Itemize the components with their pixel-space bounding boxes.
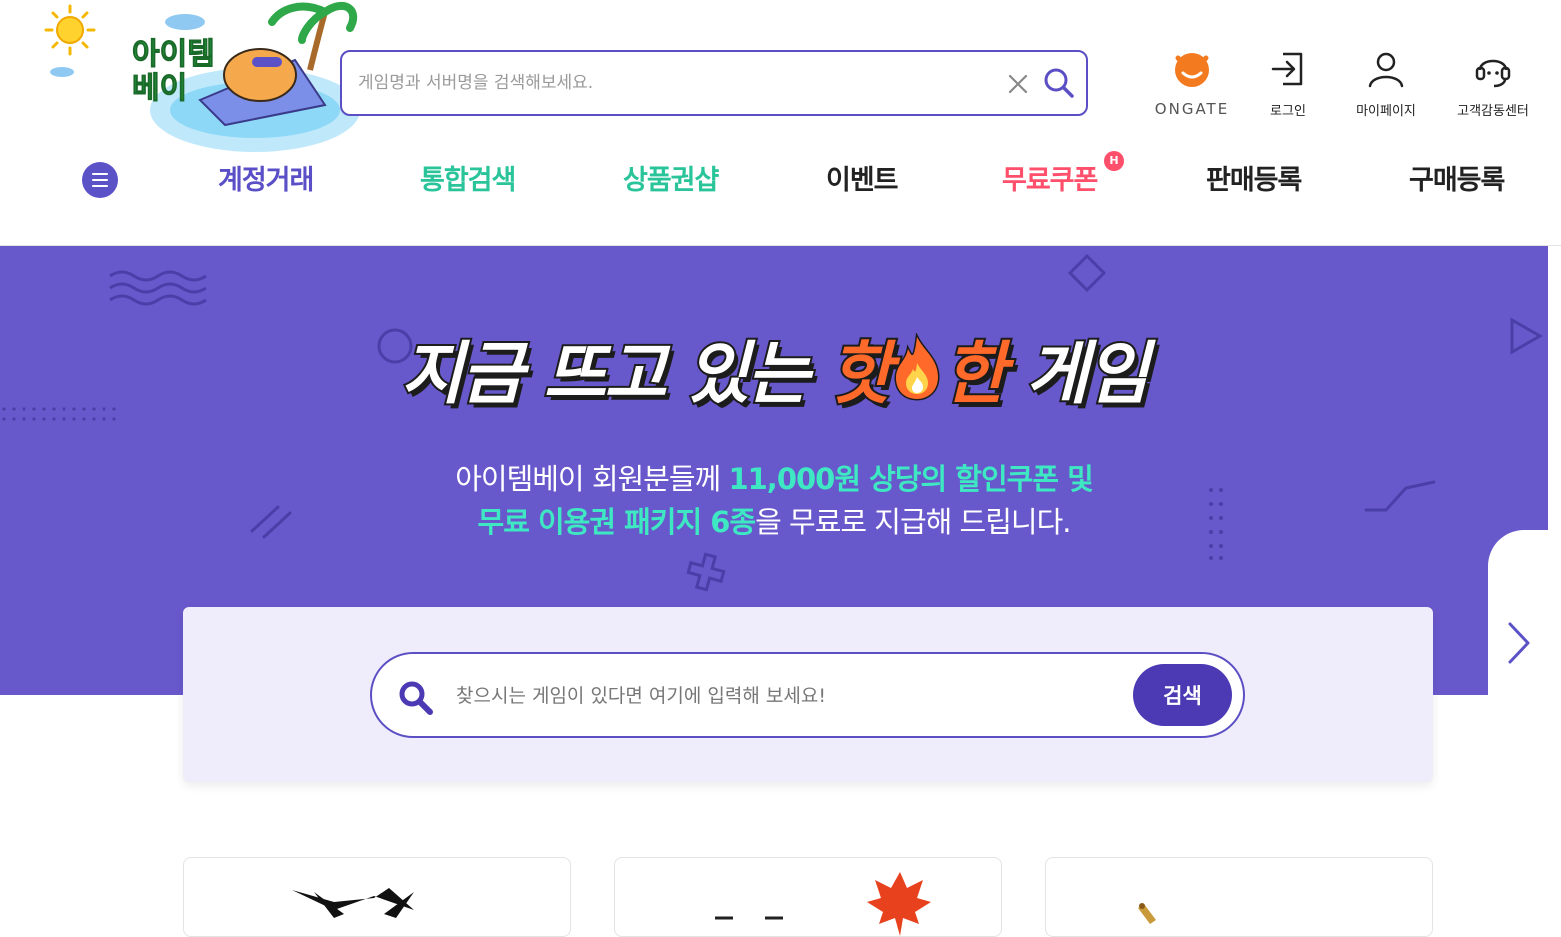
login-label: 로그인 — [1270, 104, 1306, 119]
nav-integrated-search[interactable]: 통합검색 — [420, 158, 516, 197]
diamond-decoration — [1067, 253, 1107, 293]
search-icon[interactable] — [1042, 66, 1076, 100]
hamburger-icon-bar — [92, 179, 108, 181]
mypage-label: 마이페이지 — [1356, 104, 1416, 119]
game-logo-icon — [1138, 903, 1156, 924]
header-search-input[interactable] — [356, 66, 996, 100]
banner-title-part2: 게임 — [1004, 333, 1151, 416]
itembay-logo[interactable]: 아이템 베이 — [40, 0, 360, 160]
clear-icon[interactable] — [1004, 70, 1032, 98]
nav-event[interactable]: 이벤트 — [826, 158, 899, 197]
game-card[interactable] — [1045, 857, 1433, 937]
logo-text-line2: 베이 — [132, 71, 188, 106]
ongate-link[interactable]: ONGATE — [1150, 48, 1234, 118]
login-link[interactable]: 로그인 — [1258, 48, 1318, 119]
flame-icon — [894, 333, 940, 401]
maple-leaf-icon — [715, 872, 931, 936]
search-icon — [396, 678, 436, 718]
hamburger-icon-bar — [92, 185, 108, 187]
hamburger-icon — [92, 173, 108, 175]
nav-account-trade[interactable]: 계정거래 — [218, 158, 314, 197]
cross-decoration — [686, 552, 726, 592]
header-search-box — [340, 50, 1088, 116]
banner-sub-line2-accent: 무료 이용권 패키지 6종 — [477, 505, 757, 539]
banner-title: 지금 뜨고 있는 핫 한 게임 — [0, 318, 1548, 417]
game-card[interactable] — [183, 857, 571, 937]
nav-buy-register[interactable]: 구매등록 — [1409, 158, 1505, 197]
banner-sub-line1-plain: 아이템베이 회원분들께 — [455, 462, 729, 496]
sun-icon — [44, 4, 96, 56]
game-card[interactable] — [614, 857, 1002, 937]
hot-badge: H — [1104, 151, 1124, 171]
logo-text-line1: 아이템 — [132, 37, 216, 72]
banner-title-part1: 지금 뜨고 있는 — [399, 333, 830, 416]
banner-sub-line2-plain: 을 무료로 지급해 드립니다. — [755, 505, 1071, 539]
login-icon — [1258, 48, 1318, 94]
game-search-box: 검색 — [370, 652, 1245, 738]
nav-sell-register[interactable]: 판매등록 — [1206, 158, 1302, 197]
customer-center-link[interactable]: 고객감동센터 — [1445, 48, 1541, 119]
game-logo-icon — [292, 888, 414, 918]
ongate-label: ONGATE — [1154, 100, 1230, 118]
banner-title-hot2: 한 — [942, 333, 1009, 416]
nav-free-coupon[interactable]: 무료쿠폰 — [1002, 158, 1098, 197]
wave-decoration — [109, 270, 207, 306]
banner-subtitle: 아이템베이 회원분들께 11,000원 상당의 할인쿠폰 및 무료 이용권 패키… — [0, 458, 1548, 544]
nav-giftcard-shop[interactable]: 상품권샵 — [623, 158, 719, 197]
logo-text: 아이템 베이 — [132, 37, 216, 106]
ongate-logo-icon — [1150, 48, 1234, 94]
hamburger-menu-button[interactable] — [82, 162, 118, 198]
mypage-link[interactable]: 마이페이지 — [1345, 48, 1427, 119]
chevron-right-icon[interactable] — [1504, 618, 1534, 668]
headset-icon — [1445, 48, 1541, 94]
game-search-input[interactable] — [454, 678, 1114, 714]
banner-sub-line1-accent: 11,000원 상당의 할인쿠폰 및 — [728, 462, 1093, 496]
user-icon — [1345, 48, 1427, 94]
banner-title-hot1: 핫 — [827, 333, 894, 416]
customer-center-label: 고객감동센터 — [1457, 104, 1529, 119]
search-button[interactable]: 검색 — [1133, 664, 1232, 726]
